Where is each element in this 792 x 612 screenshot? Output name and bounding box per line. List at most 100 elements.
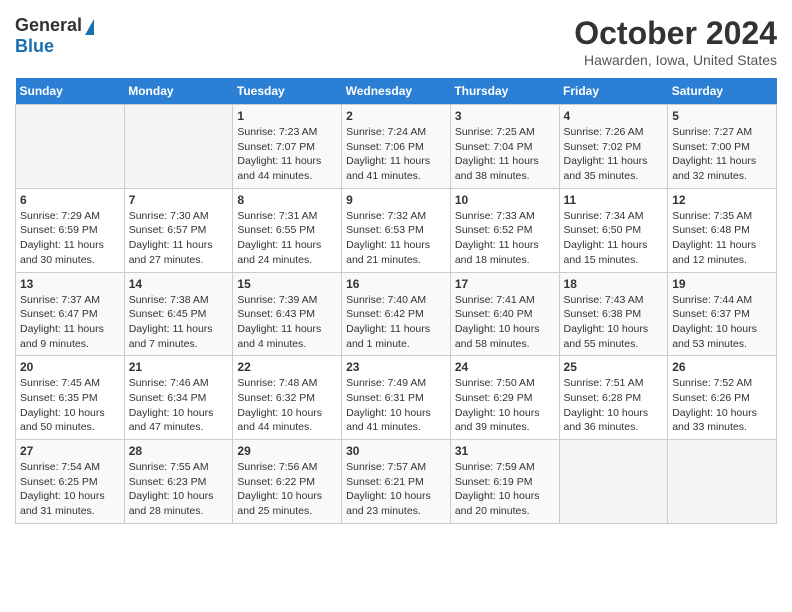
day-number: 11: [564, 193, 664, 207]
day-info: Sunrise: 7:30 AMSunset: 6:57 PMDaylight:…: [129, 209, 229, 268]
day-info: Sunrise: 7:38 AMSunset: 6:45 PMDaylight:…: [129, 293, 229, 352]
day-number: 23: [346, 360, 446, 374]
calendar-header-wednesday: Wednesday: [342, 78, 451, 105]
calendar-cell: 15 Sunrise: 7:39 AMSunset: 6:43 PMDayligh…: [233, 272, 342, 356]
day-number: 30: [346, 444, 446, 458]
calendar-cell: 24Sunrise: 7:50 AMSunset: 6:29 PMDayligh…: [450, 356, 559, 440]
day-number: 28: [129, 444, 229, 458]
calendar-cell: [559, 440, 668, 524]
day-info: Sunrise: 7:56 AMSunset: 6:22 PMDaylight:…: [237, 460, 337, 519]
calendar-week-4: 20 Sunrise: 7:45 AMSunset: 6:35 PMDayligh…: [16, 356, 777, 440]
calendar-week-3: 13Sunrise: 7:37 AMSunset: 6:47 PMDayligh…: [16, 272, 777, 356]
day-info: Sunrise: 7:25 AMSunset: 7:04 PMDaylight:…: [455, 125, 555, 184]
calendar-cell: 31Sunrise: 7:59 AMSunset: 6:19 PMDayligh…: [450, 440, 559, 524]
day-number: 5: [672, 109, 772, 123]
day-number: 19: [672, 277, 772, 291]
page-header: General Blue October 2024 Hawarden, Iowa…: [15, 15, 777, 68]
calendar-cell: 22Sunrise: 7:48 AMSunset: 6:32 PMDayligh…: [233, 356, 342, 440]
calendar-cell: 19 Sunrise: 7:44 AMSunset: 6:37 PMDayligh…: [668, 272, 777, 356]
day-info: Sunrise: 7:52 AMSunset: 6:26 PMDaylight:…: [672, 376, 772, 435]
logo-general: General: [15, 15, 82, 36]
day-number: 6: [20, 193, 120, 207]
calendar-cell: 26 Sunrise: 7:52 AMSunset: 6:26 PMDayligh…: [668, 356, 777, 440]
day-number: 14: [129, 277, 229, 291]
calendar-cell: [668, 440, 777, 524]
day-info: Sunrise: 7:29 AMSunset: 6:59 PMDaylight:…: [20, 209, 120, 268]
calendar-cell: 1 Sunrise: 7:23 AMSunset: 7:07 PMDaylight…: [233, 105, 342, 189]
page-title: October 2024: [574, 15, 777, 52]
calendar-week-5: 27Sunrise: 7:54 AMSunset: 6:25 PMDayligh…: [16, 440, 777, 524]
calendar-table: SundayMondayTuesdayWednesdayThursdayFrid…: [15, 78, 777, 524]
calendar-cell: 8 Sunrise: 7:31 AMSunset: 6:55 PMDaylight…: [233, 188, 342, 272]
logo-blue: Blue: [15, 36, 54, 56]
day-number: 24: [455, 360, 555, 374]
day-number: 12: [672, 193, 772, 207]
calendar-cell: [124, 105, 233, 189]
calendar-cell: 21 Sunrise: 7:46 AMSunset: 6:34 PMDayligh…: [124, 356, 233, 440]
calendar-cell: 4 Sunrise: 7:26 AMSunset: 7:02 PMDaylight…: [559, 105, 668, 189]
calendar-header-saturday: Saturday: [668, 78, 777, 105]
day-info: Sunrise: 7:31 AMSunset: 6:55 PMDaylight:…: [237, 209, 337, 268]
calendar-week-1: 1 Sunrise: 7:23 AMSunset: 7:07 PMDaylight…: [16, 105, 777, 189]
calendar-header-friday: Friday: [559, 78, 668, 105]
day-number: 8: [237, 193, 337, 207]
logo-triangle-icon: [85, 19, 94, 35]
calendar-cell: 27Sunrise: 7:54 AMSunset: 6:25 PMDayligh…: [16, 440, 125, 524]
day-info: Sunrise: 7:55 AMSunset: 6:23 PMDaylight:…: [129, 460, 229, 519]
calendar-cell: 10 Sunrise: 7:33 AMSunset: 6:52 PMDayligh…: [450, 188, 559, 272]
day-number: 4: [564, 109, 664, 123]
day-info: Sunrise: 7:26 AMSunset: 7:02 PMDaylight:…: [564, 125, 664, 184]
page-subtitle: Hawarden, Iowa, United States: [574, 52, 777, 68]
calendar-cell: 3 Sunrise: 7:25 AMSunset: 7:04 PMDaylight…: [450, 105, 559, 189]
day-info: Sunrise: 7:46 AMSunset: 6:34 PMDaylight:…: [129, 376, 229, 435]
day-info: Sunrise: 7:34 AMSunset: 6:50 PMDaylight:…: [564, 209, 664, 268]
day-info: Sunrise: 7:33 AMSunset: 6:52 PMDaylight:…: [455, 209, 555, 268]
day-number: 16: [346, 277, 446, 291]
calendar-cell: 18Sunrise: 7:43 AMSunset: 6:38 PMDayligh…: [559, 272, 668, 356]
calendar-cell: 9Sunrise: 7:32 AMSunset: 6:53 PMDaylight…: [342, 188, 451, 272]
day-info: Sunrise: 7:27 AMSunset: 7:00 PMDaylight:…: [672, 125, 772, 184]
day-info: Sunrise: 7:24 AMSunset: 7:06 PMDaylight:…: [346, 125, 446, 184]
calendar-header-thursday: Thursday: [450, 78, 559, 105]
day-number: 17: [455, 277, 555, 291]
day-info: Sunrise: 7:51 AMSunset: 6:28 PMDaylight:…: [564, 376, 664, 435]
day-number: 9: [346, 193, 446, 207]
day-number: 7: [129, 193, 229, 207]
day-number: 1: [237, 109, 337, 123]
day-number: 25: [564, 360, 664, 374]
logo: General Blue: [15, 15, 94, 57]
day-info: Sunrise: 7:40 AMSunset: 6:42 PMDaylight:…: [346, 293, 446, 352]
day-info: Sunrise: 7:44 AMSunset: 6:37 PMDaylight:…: [672, 293, 772, 352]
day-info: Sunrise: 7:35 AMSunset: 6:48 PMDaylight:…: [672, 209, 772, 268]
calendar-cell: 12 Sunrise: 7:35 AMSunset: 6:48 PMDayligh…: [668, 188, 777, 272]
calendar-cell: 23 Sunrise: 7:49 AMSunset: 6:31 PMDayligh…: [342, 356, 451, 440]
day-number: 27: [20, 444, 120, 458]
calendar-header-tuesday: Tuesday: [233, 78, 342, 105]
title-block: October 2024 Hawarden, Iowa, United Stat…: [574, 15, 777, 68]
calendar-cell: 28 Sunrise: 7:55 AMSunset: 6:23 PMDayligh…: [124, 440, 233, 524]
day-number: 2: [346, 109, 446, 123]
day-number: 21: [129, 360, 229, 374]
calendar-cell: 13Sunrise: 7:37 AMSunset: 6:47 PMDayligh…: [16, 272, 125, 356]
calendar-cell: 16 Sunrise: 7:40 AMSunset: 6:42 PMDayligh…: [342, 272, 451, 356]
day-info: Sunrise: 7:37 AMSunset: 6:47 PMDaylight:…: [20, 293, 120, 352]
day-number: 29: [237, 444, 337, 458]
day-number: 26: [672, 360, 772, 374]
day-info: Sunrise: 7:23 AMSunset: 7:07 PMDaylight:…: [237, 125, 337, 184]
day-number: 15: [237, 277, 337, 291]
calendar-cell: 2 Sunrise: 7:24 AMSunset: 7:06 PMDaylight…: [342, 105, 451, 189]
day-number: 3: [455, 109, 555, 123]
calendar-cell: 5 Sunrise: 7:27 AMSunset: 7:00 PMDaylight…: [668, 105, 777, 189]
day-info: Sunrise: 7:45 AMSunset: 6:35 PMDaylight:…: [20, 376, 120, 435]
calendar-week-2: 6 Sunrise: 7:29 AMSunset: 6:59 PMDaylight…: [16, 188, 777, 272]
calendar-cell: 7 Sunrise: 7:30 AMSunset: 6:57 PMDaylight…: [124, 188, 233, 272]
calendar-header-sunday: Sunday: [16, 78, 125, 105]
day-info: Sunrise: 7:57 AMSunset: 6:21 PMDaylight:…: [346, 460, 446, 519]
day-number: 31: [455, 444, 555, 458]
day-number: 10: [455, 193, 555, 207]
calendar-cell: [16, 105, 125, 189]
day-info: Sunrise: 7:49 AMSunset: 6:31 PMDaylight:…: [346, 376, 446, 435]
day-info: Sunrise: 7:39 AMSunset: 6:43 PMDaylight:…: [237, 293, 337, 352]
calendar-cell: 17Sunrise: 7:41 AMSunset: 6:40 PMDayligh…: [450, 272, 559, 356]
day-number: 20: [20, 360, 120, 374]
